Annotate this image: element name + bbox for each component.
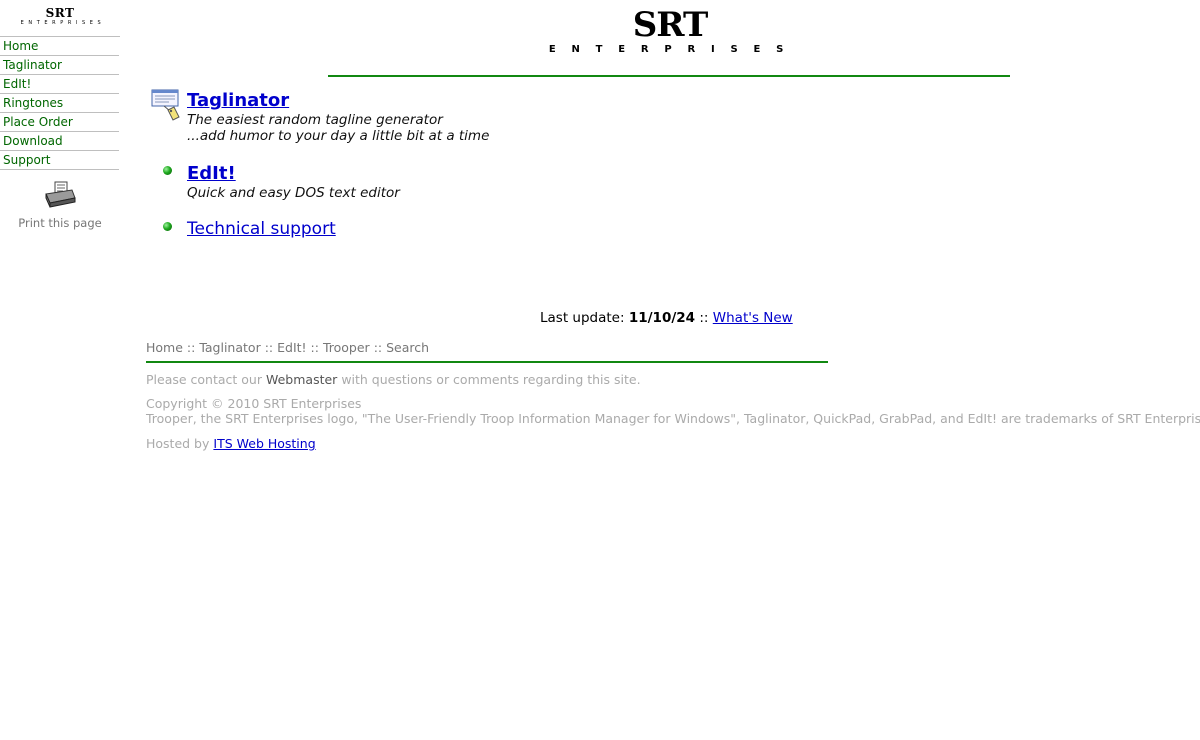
footer-divider bbox=[146, 361, 828, 363]
trademarks: Trooper, the SRT Enterprises logo, "The … bbox=[146, 411, 1200, 426]
product-edit: EdIt! Quick and easy DOS text editor bbox=[187, 163, 400, 201]
whats-new-link[interactable]: What's New bbox=[713, 310, 793, 326]
footer-nav-separator: :: bbox=[186, 340, 196, 355]
sidebar-logo-title: SRT bbox=[45, 6, 75, 20]
header-logo-subtitle: ENTERPRISES bbox=[548, 44, 800, 55]
footer-nav-separator: :: bbox=[264, 340, 274, 355]
hosting-line: Hosted by ITS Web Hosting bbox=[146, 436, 316, 451]
hosted-by-label: Hosted by bbox=[146, 436, 210, 451]
green-bullet-icon bbox=[163, 222, 172, 231]
sidebar-logo-subtitle: ENTERPRISES bbox=[20, 20, 106, 26]
footer-nav-taglinator[interactable]: Taglinator bbox=[199, 340, 260, 355]
header-logo-title: SRT bbox=[632, 5, 709, 45]
taglinator-desc: The easiest random tagline generator bbox=[187, 112, 443, 128]
technical-support-link[interactable]: Technical support bbox=[187, 219, 336, 239]
footer-nav-search[interactable]: Search bbox=[386, 340, 429, 355]
print-page-label[interactable]: Print this page bbox=[0, 216, 120, 230]
last-update-separator: :: bbox=[699, 310, 709, 326]
contact-pre: Please contact our bbox=[146, 372, 262, 387]
printer-icon[interactable] bbox=[43, 180, 77, 210]
sidebar-item-ringtones[interactable]: Ringtones bbox=[0, 94, 119, 113]
last-update: Last update: 11/10/24 :: What's New bbox=[540, 310, 793, 326]
product-taglinator: Taglinator The easiest random tagline ge… bbox=[187, 90, 489, 144]
footer-nav-separator: :: bbox=[310, 340, 319, 355]
taglinator-tagline: ...add humor to your day a little bit at… bbox=[187, 128, 490, 144]
tag-icon bbox=[151, 89, 180, 121]
last-update-label: Last update: bbox=[540, 310, 625, 326]
footer-nav-home[interactable]: Home bbox=[146, 340, 183, 355]
footer-nav-trooper[interactable]: Trooper bbox=[323, 340, 370, 355]
sidebar-item-home[interactable]: Home bbox=[0, 37, 119, 56]
footer-nav-edit[interactable]: EdIt! bbox=[277, 340, 306, 355]
sidebar-item-download[interactable]: Download bbox=[0, 132, 119, 151]
sidebar-item-edit[interactable]: EdIt! bbox=[0, 75, 119, 94]
taglinator-link[interactable]: Taglinator bbox=[187, 90, 489, 112]
sidebar: SRT ENTERPRISES Home Taglinator EdIt! Ri… bbox=[0, 0, 120, 230]
print-page-link[interactable]: Print this page bbox=[0, 180, 120, 230]
contact-line: Please contact our Webmaster with questi… bbox=[146, 372, 641, 387]
header-logo: SRT ENTERPRISES bbox=[520, 6, 820, 56]
green-bullet-icon bbox=[163, 166, 172, 175]
copyright: Copyright © 2010 SRT Enterprises bbox=[146, 396, 362, 411]
edit-link[interactable]: EdIt! bbox=[187, 163, 400, 185]
footer-nav: Home :: Taglinator :: EdIt! :: Trooper :… bbox=[146, 340, 429, 355]
sidebar-item-taglinator[interactable]: Taglinator bbox=[0, 56, 119, 75]
sidebar-item-support[interactable]: Support bbox=[0, 151, 119, 170]
last-update-date: 11/10/24 bbox=[628, 310, 696, 326]
header-divider bbox=[328, 75, 1010, 77]
support-section: Technical support bbox=[187, 219, 336, 239]
edit-desc: Quick and easy DOS text editor bbox=[187, 185, 400, 201]
hosting-link[interactable]: ITS Web Hosting bbox=[213, 436, 315, 451]
webmaster-link[interactable]: Webmaster bbox=[266, 372, 337, 387]
sidebar-nav: Home Taglinator EdIt! Ringtones Place Or… bbox=[0, 36, 120, 170]
sidebar-logo[interactable]: SRT ENTERPRISES bbox=[0, 0, 120, 36]
contact-post: with questions or comments regarding thi… bbox=[341, 372, 641, 387]
footer-nav-separator: :: bbox=[373, 340, 383, 355]
sidebar-item-place-order[interactable]: Place Order bbox=[0, 113, 119, 132]
